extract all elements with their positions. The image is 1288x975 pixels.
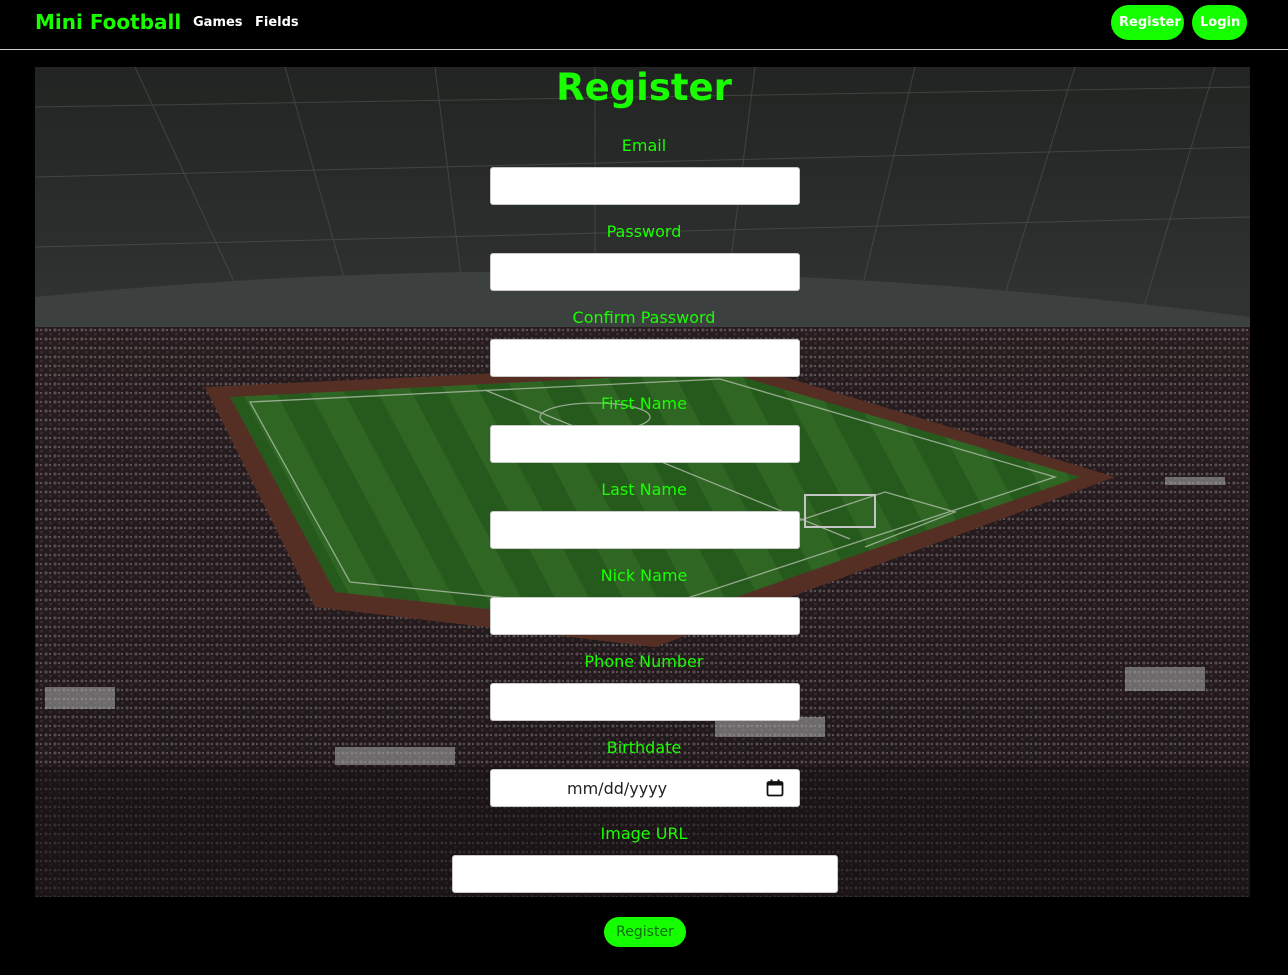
phone-number-input[interactable] xyxy=(490,683,800,721)
nav-register-button[interactable]: Register xyxy=(1111,5,1184,40)
last-name-input[interactable] xyxy=(490,511,800,549)
first-name-input[interactable] xyxy=(490,425,800,463)
confirm-password-label: Confirm Password xyxy=(572,308,716,327)
nav-login-button[interactable]: Login xyxy=(1192,5,1247,40)
birthdate-placeholder: mm/dd/yyyy xyxy=(567,779,668,798)
confirm-password-input[interactable] xyxy=(490,339,800,377)
register-title: Register xyxy=(556,66,732,109)
email-input[interactable] xyxy=(490,167,800,205)
first-name-label: First Name xyxy=(601,394,687,413)
brand-logo[interactable]: Mini Football xyxy=(35,10,181,34)
nav-link-fields[interactable]: Fields xyxy=(255,15,299,30)
birthdate-label: Birthdate xyxy=(606,738,682,757)
birthdate-input[interactable]: mm/dd/yyyy xyxy=(490,769,800,807)
password-label: Password xyxy=(606,222,682,241)
image-url-label: Image URL xyxy=(600,824,688,843)
email-label: Email xyxy=(621,136,667,155)
phone-number-label: Phone Number xyxy=(584,652,704,671)
nav-link-games[interactable]: Games xyxy=(193,15,243,30)
top-navbar: Mini Football Games Fields Register Logi… xyxy=(0,0,1288,50)
nick-name-input[interactable] xyxy=(490,597,800,635)
last-name-label: Last Name xyxy=(601,480,687,499)
nick-name-label: Nick Name xyxy=(600,566,688,585)
register-submit-button[interactable]: Register xyxy=(604,917,686,947)
image-url-input[interactable] xyxy=(452,855,838,893)
password-input[interactable] xyxy=(490,253,800,291)
calendar-icon[interactable] xyxy=(766,779,784,797)
